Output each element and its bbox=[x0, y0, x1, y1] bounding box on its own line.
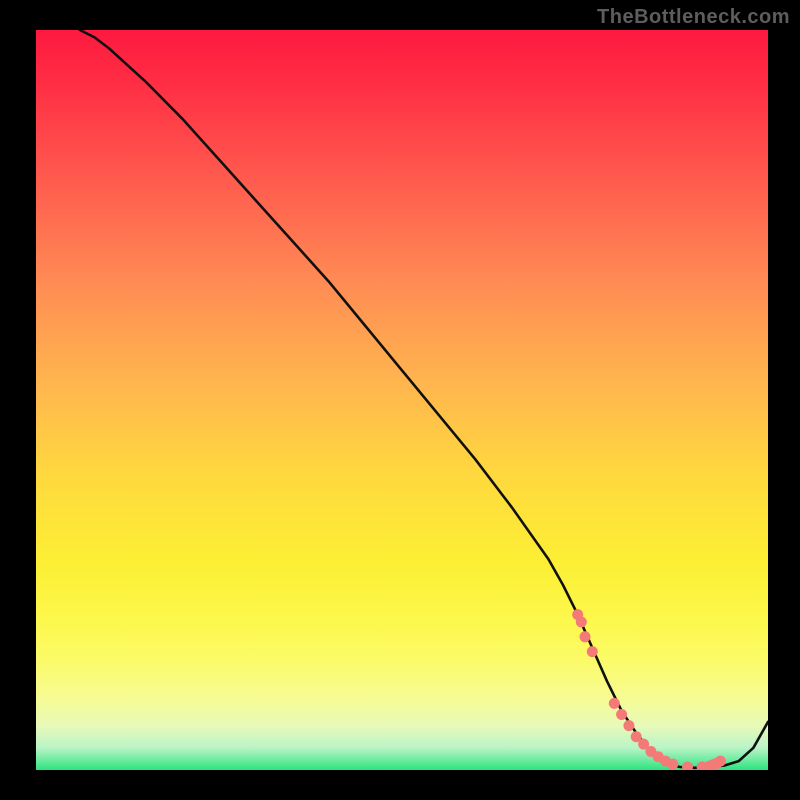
chart-frame: TheBottleneck.com bbox=[0, 0, 800, 800]
curve-svg bbox=[36, 30, 768, 770]
dot bbox=[580, 631, 591, 642]
dot bbox=[587, 646, 598, 657]
dot bbox=[682, 762, 693, 771]
highlight-dots bbox=[572, 609, 726, 770]
bottleneck-curve bbox=[80, 30, 768, 768]
dot bbox=[609, 698, 620, 709]
watermark-text: TheBottleneck.com bbox=[597, 6, 790, 29]
dot bbox=[715, 756, 726, 767]
dot bbox=[623, 720, 634, 731]
dot bbox=[576, 617, 587, 628]
plot-area bbox=[36, 30, 768, 770]
dot bbox=[667, 759, 678, 770]
dot bbox=[616, 709, 627, 720]
